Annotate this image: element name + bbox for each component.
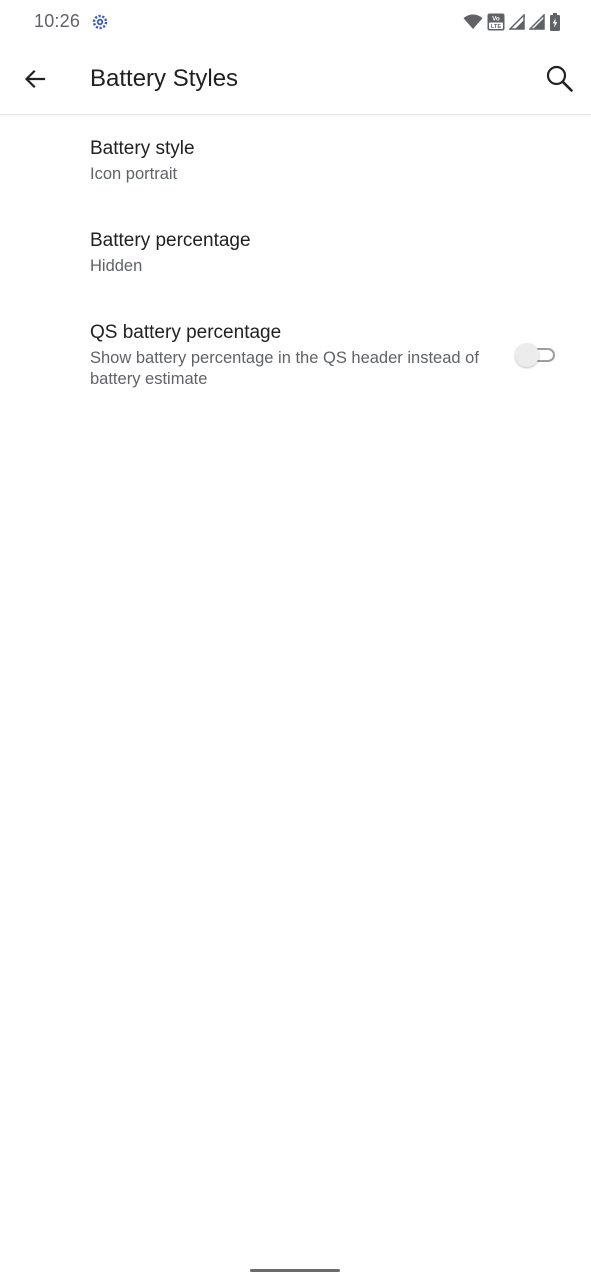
signal-icon (529, 14, 545, 30)
preference-list: Battery style Icon portrait Battery perc… (0, 115, 591, 409)
preference-title: Battery style (90, 138, 195, 159)
preference-summary: Hidden (90, 257, 143, 275)
preference-summary: Icon portrait (90, 165, 178, 183)
volte-icon: Vo LTE (487, 13, 505, 31)
preference-title: QS battery percentage (90, 322, 282, 343)
wifi-icon (463, 14, 483, 30)
status-bar: 10:26 Vo LTE (0, 0, 591, 45)
app-bar: Battery Styles (0, 45, 591, 115)
qs-battery-percentage-preference[interactable]: QS battery percentage Show battery perce… (0, 299, 591, 409)
toggle-thumb (515, 343, 539, 367)
svg-text:Vo: Vo (492, 16, 500, 23)
svg-text:LTE: LTE (491, 24, 501, 30)
signal-icon (509, 14, 525, 30)
screen: 10:26 Vo LTE Battery Styles Battery styl… (0, 0, 591, 1280)
battery-percentage-preference[interactable]: Battery percentage Hidden (0, 207, 591, 299)
settings-gear-notification-icon (92, 14, 108, 30)
arrow-back-icon (24, 69, 46, 89)
qs-battery-percentage-toggle[interactable] (515, 343, 557, 367)
search-button[interactable] (539, 58, 581, 100)
status-icons: Vo LTE (463, 12, 561, 32)
preference-summary: Show battery percentage in the QS header… (90, 349, 479, 388)
back-button[interactable] (14, 58, 56, 100)
preference-title: Battery percentage (90, 230, 251, 251)
battery-charging-icon (549, 13, 561, 31)
page-title: Battery Styles (90, 65, 239, 92)
battery-style-preference[interactable]: Battery style Icon portrait (0, 115, 591, 207)
status-time: 10:26 (34, 11, 81, 31)
search-icon (546, 65, 573, 92)
gesture-nav-handle[interactable] (250, 1269, 340, 1272)
